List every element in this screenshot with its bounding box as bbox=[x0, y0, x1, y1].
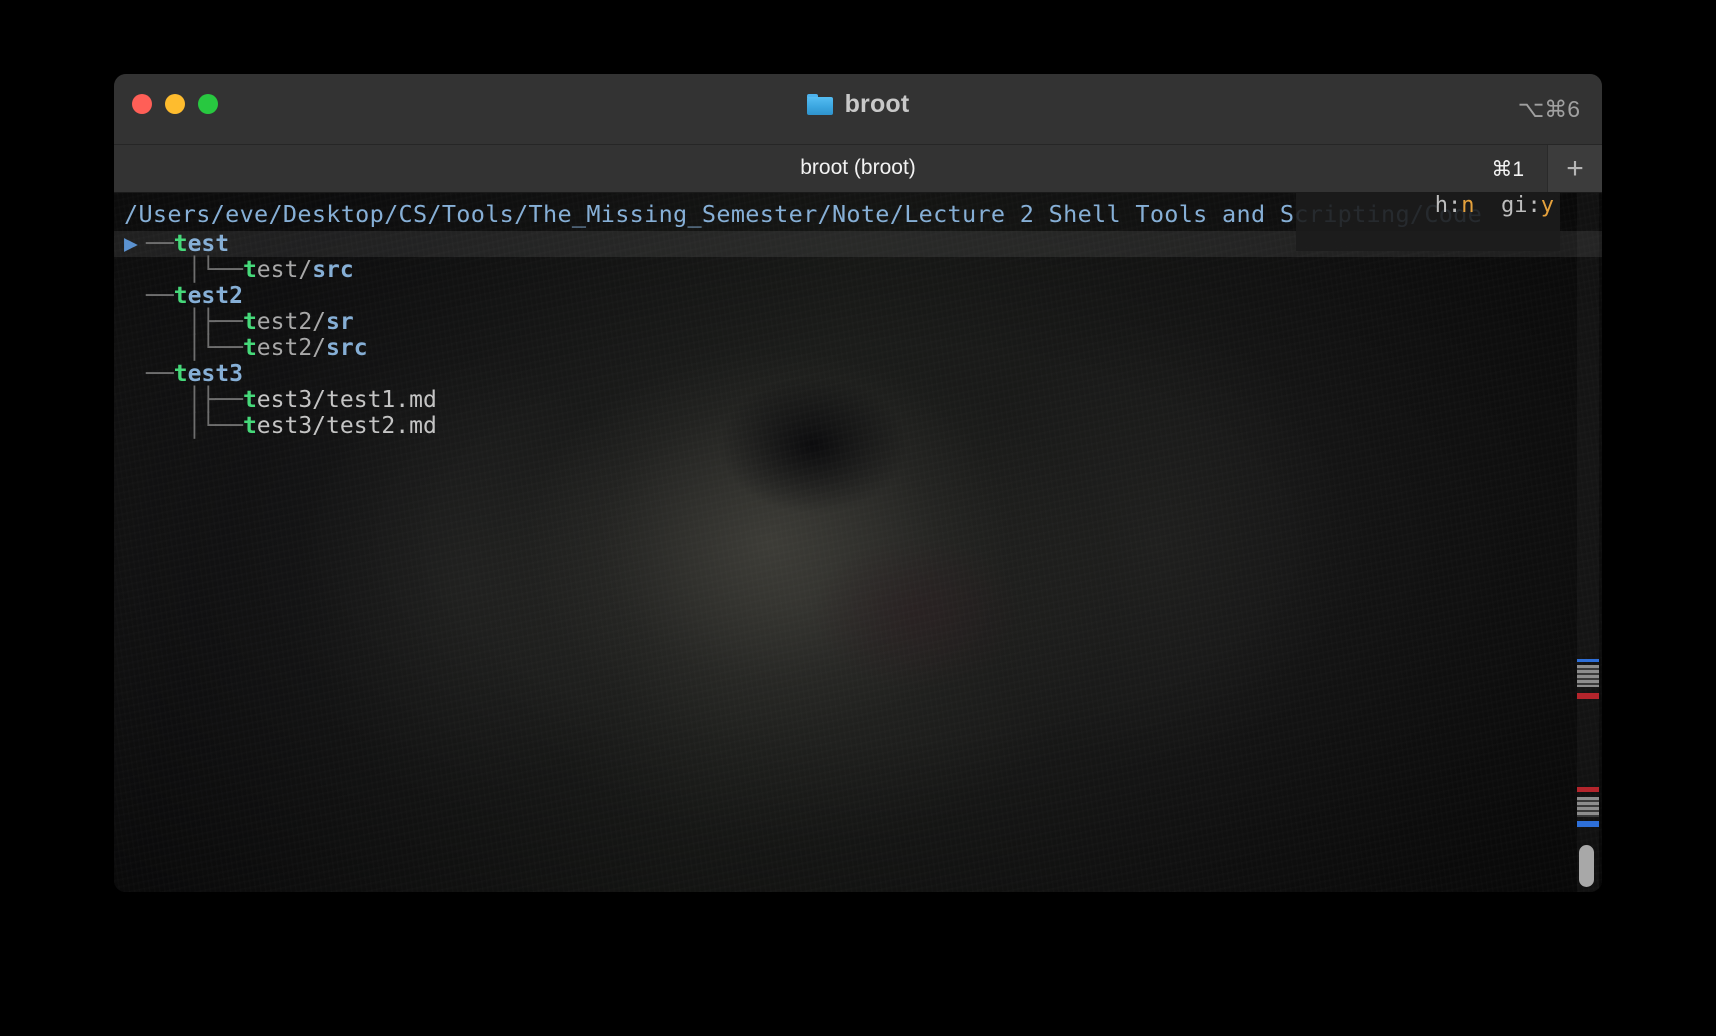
maximize-window-button[interactable] bbox=[198, 94, 218, 114]
tree-entry-name: est2 bbox=[187, 283, 243, 309]
new-tab-button[interactable]: + bbox=[1547, 145, 1602, 192]
tree-marker-slot bbox=[124, 309, 146, 335]
tree-entry-name: est3 bbox=[187, 361, 243, 387]
tree-branch-glyph: │├── bbox=[146, 387, 243, 413]
tab-bar: broot (broot) ⌘1 + bbox=[114, 145, 1602, 193]
window-titlebar: broot ⌥⌘6 bbox=[114, 74, 1602, 145]
tree-branch-glyph: ── bbox=[146, 361, 174, 387]
minimize-window-button[interactable] bbox=[165, 94, 185, 114]
tree-row[interactable]: ──test3 bbox=[114, 361, 1602, 387]
tree-branch-glyph: │└── bbox=[146, 335, 243, 361]
tree-entry-path: est/ bbox=[256, 257, 313, 283]
tree-entry-name: est bbox=[187, 231, 230, 257]
tree-marker-slot bbox=[124, 387, 146, 413]
tree-branch-glyph: │├── bbox=[146, 309, 243, 335]
tree-row[interactable]: │└──test3/test2.md bbox=[114, 413, 1602, 439]
tree-branch-glyph: ── bbox=[146, 231, 174, 257]
terminal-window: broot ⌥⌘6 broot (broot) ⌘1 + /Users/eve/… bbox=[114, 74, 1602, 892]
filter-match-text: t bbox=[173, 283, 188, 309]
file-tree: ▶ ──test │└──test/src ──test2 │├──test2/s… bbox=[114, 231, 1602, 439]
status-flags: h:n gi:y bbox=[1296, 193, 1560, 251]
tree-entry-path: est3/test1.md bbox=[256, 387, 437, 413]
tree-row[interactable]: │├──test3/test1.md bbox=[114, 387, 1602, 413]
terminal-body: /Users/eve/Desktop/CS/Tools/The_Missing_… bbox=[114, 193, 1602, 892]
window-shortcut-hint: ⌥⌘6 bbox=[1517, 96, 1580, 122]
window-title-group: broot bbox=[114, 90, 1602, 119]
tree-branch-glyph: │└── bbox=[146, 413, 243, 439]
gitignore-flag-value: y bbox=[1540, 193, 1554, 218]
folder-icon bbox=[806, 94, 833, 115]
tree-entry-name: src bbox=[326, 335, 368, 361]
scrollbar-thumb[interactable] bbox=[1579, 845, 1594, 887]
hidden-flag-value: n bbox=[1461, 193, 1475, 218]
tree-row[interactable]: │└──test/src bbox=[114, 257, 1602, 283]
tab-shortcut-hint: ⌘1 bbox=[1491, 158, 1524, 181]
gitignore-flag-label: gi: bbox=[1501, 193, 1541, 218]
tree-marker-slot bbox=[124, 283, 146, 309]
tree-marker-slot bbox=[124, 361, 146, 387]
tree-branch-glyph: │└── bbox=[146, 257, 243, 283]
filter-match-text: t bbox=[242, 257, 257, 283]
filter-match-text: t bbox=[173, 361, 188, 387]
close-window-button[interactable] bbox=[132, 94, 152, 114]
hidden-flag-label: h: bbox=[1434, 193, 1462, 218]
tree-row[interactable]: │└──test2/src bbox=[114, 335, 1602, 361]
filter-match-text: t bbox=[242, 413, 257, 439]
tree-marker-slot bbox=[124, 257, 146, 283]
filter-match-text: t bbox=[242, 387, 257, 413]
tab-broot[interactable]: broot (broot) bbox=[114, 156, 1602, 180]
tree-row[interactable]: ──test2 bbox=[114, 283, 1602, 309]
tree-entry-path: est3/test2.md bbox=[256, 413, 437, 439]
window-title: broot bbox=[844, 90, 910, 118]
filter-match-text: t bbox=[242, 335, 257, 361]
tree-entry-name: sr bbox=[326, 309, 354, 335]
tree-marker-slot bbox=[124, 335, 146, 361]
filter-match-text: t bbox=[173, 231, 188, 257]
scrollbar-track[interactable] bbox=[1577, 193, 1599, 892]
selection-arrow-icon: ▶ bbox=[124, 231, 138, 257]
current-path: /Users/eve/Desktop/CS/Tools/The_Missing_… bbox=[124, 200, 1483, 228]
tree-entry-name: src bbox=[312, 257, 354, 283]
tree-branch-glyph: ── bbox=[146, 283, 174, 309]
tree-entry-path: est2/ bbox=[256, 309, 327, 335]
filter-match-text: t bbox=[242, 309, 257, 335]
status-gap bbox=[1475, 193, 1502, 218]
tree-row[interactable]: │├──test2/sr bbox=[114, 309, 1602, 335]
tree-entry-path: est2/ bbox=[256, 335, 327, 361]
tree-marker-slot bbox=[124, 413, 146, 439]
